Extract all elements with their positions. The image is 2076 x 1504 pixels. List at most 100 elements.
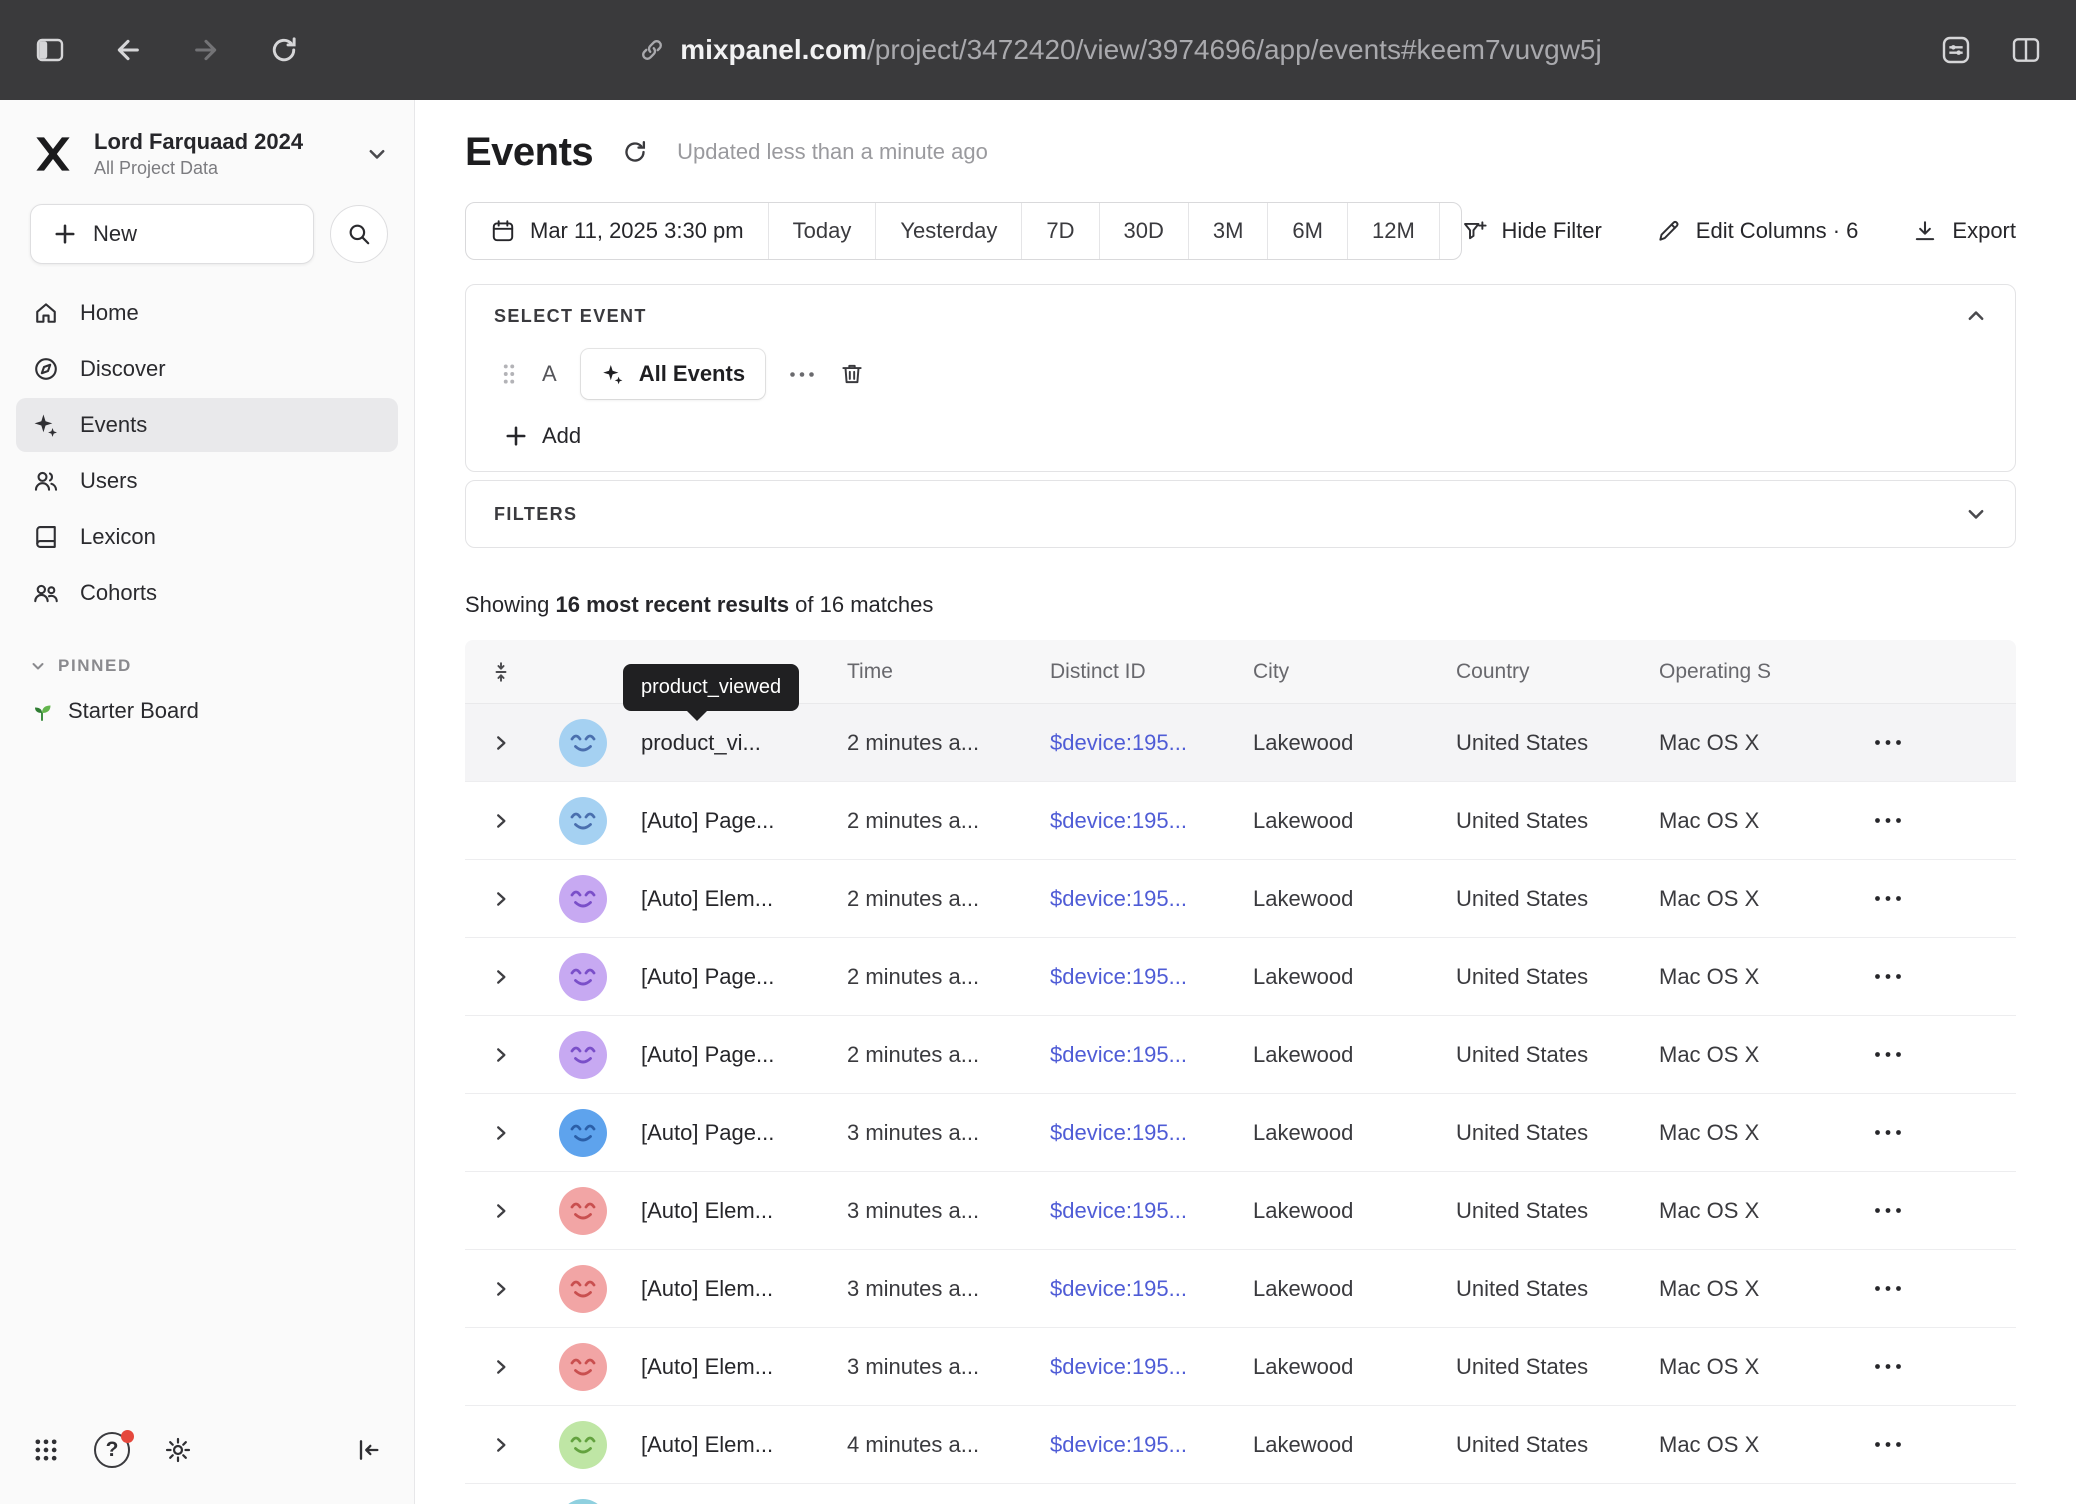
range-today[interactable]: Today — [768, 203, 876, 259]
event-name-cell[interactable]: [Auto] Elem... — [633, 886, 839, 912]
help-button[interactable]: ? — [94, 1432, 130, 1468]
table-row[interactable]: [Auto] Page... 2 minutes a... $device:19… — [465, 782, 2016, 860]
distinct-id-link[interactable]: $device:195... — [1042, 1198, 1245, 1224]
split-view-icon[interactable] — [2010, 34, 2042, 66]
edit-columns-button[interactable]: Edit Columns · 6 — [1656, 218, 1859, 244]
chevron-down-icon[interactable] — [1965, 503, 1987, 525]
back-icon[interactable] — [112, 34, 144, 66]
event-name-cell[interactable]: [Auto] Page... — [633, 1042, 839, 1068]
range-6m[interactable]: 6M — [1267, 203, 1347, 259]
event-name-cell[interactable]: [Auto] Elem... — [633, 1198, 839, 1224]
row-menu-button[interactable] — [1819, 895, 1902, 902]
table-row[interactable]: [Auto] Elem... 2 minutes a... $device:19… — [465, 860, 2016, 938]
refresh-icon[interactable] — [621, 138, 649, 166]
events-table: product_viewed Time Distinct ID City Cou… — [465, 640, 2016, 1504]
sidebar-item-cohorts[interactable]: Cohorts — [16, 566, 398, 620]
project-switcher[interactable]: Lord Farquaad 2024 All Project Data — [0, 100, 414, 196]
distinct-id-link[interactable]: $device:195... — [1042, 1042, 1245, 1068]
table-row[interactable]: [Auto] Page... 3 minutes a... $device:19… — [465, 1094, 2016, 1172]
table-row[interactable]: [Auto] Elem... 4 minutes a... $device:19… — [465, 1406, 2016, 1484]
row-menu-button[interactable] — [1819, 1051, 1902, 1058]
row-menu-button[interactable] — [1819, 817, 1902, 824]
row-expand-chevron-icon[interactable] — [492, 1046, 510, 1064]
hide-filter-button[interactable]: Hide Filter — [1462, 218, 1602, 244]
event-name-cell[interactable]: [Auto] Page... — [633, 808, 839, 834]
row-menu-button[interactable] — [1819, 973, 1902, 980]
chevron-up-icon[interactable] — [1965, 305, 1987, 327]
table-row[interactable]: [Auto] Elem... 3 minutes a... $device:19… — [465, 1172, 2016, 1250]
filters-panel: FILTERS — [465, 480, 2016, 548]
row-expand-chevron-icon[interactable] — [492, 968, 510, 986]
event-name-cell[interactable]: [Auto] Elem... — [633, 1354, 839, 1380]
event-selector-button[interactable]: All Events — [581, 349, 765, 399]
chevron-down-icon[interactable] — [366, 143, 388, 165]
event-name-cell[interactable]: product_vi... — [633, 730, 839, 756]
distinct-id-link[interactable]: $device:195... — [1042, 1276, 1245, 1302]
forward-icon[interactable] — [190, 34, 222, 66]
sidebar-item-discover[interactable]: Discover — [16, 342, 398, 396]
export-label: Export — [1952, 218, 2016, 244]
reload-icon[interactable] — [268, 34, 300, 66]
delete-event-icon[interactable] — [839, 361, 865, 387]
sidebar-item-users[interactable]: Users — [16, 454, 398, 508]
table-row[interactable]: [Auto] Page... 2 minutes a... $device:19… — [465, 1016, 2016, 1094]
range-yesterday[interactable]: Yesterday — [875, 203, 1021, 259]
table-row[interactable]: [Auto] Elem... 4 minutes a... $device:19… — [465, 1484, 2016, 1504]
event-name-cell[interactable]: [Auto] Page... — [633, 964, 839, 990]
range-3m[interactable]: 3M — [1188, 203, 1268, 259]
table-row[interactable]: [Auto] Elem... 3 minutes a... $device:19… — [465, 1250, 2016, 1328]
row-expand-chevron-icon[interactable] — [492, 1124, 510, 1142]
distinct-id-link[interactable]: $device:195... — [1042, 886, 1245, 912]
drag-handle-icon[interactable] — [500, 361, 518, 387]
event-name-cell[interactable]: [Auto] Elem... — [633, 1276, 839, 1302]
add-event-button[interactable]: Add — [494, 423, 1987, 449]
event-avatar — [537, 1421, 607, 1469]
distinct-id-link[interactable]: $device:195... — [1042, 1120, 1245, 1146]
row-menu-button[interactable] — [1819, 1285, 1902, 1292]
distinct-id-link[interactable]: $device:195... — [1042, 808, 1245, 834]
new-button[interactable]: New — [30, 204, 314, 264]
collapse-all-icon[interactable] — [489, 660, 513, 684]
row-expand-chevron-icon[interactable] — [492, 1436, 510, 1454]
row-expand-chevron-icon[interactable] — [492, 1202, 510, 1220]
export-button[interactable]: Export — [1912, 218, 2016, 244]
range-xtd[interactable]: XTD — [1439, 203, 1462, 259]
row-menu-button[interactable] — [1819, 739, 1902, 746]
row-expand-chevron-icon[interactable] — [492, 1280, 510, 1298]
pinned-item-starter-board[interactable]: Starter Board — [0, 688, 414, 734]
row-menu-button[interactable] — [1819, 1129, 1902, 1136]
row-menu-button[interactable] — [1819, 1441, 1902, 1448]
users-icon — [32, 467, 60, 495]
row-expand-chevron-icon[interactable] — [492, 812, 510, 830]
table-row[interactable]: [Auto] Elem... 3 minutes a... $device:19… — [465, 1328, 2016, 1406]
range-12m[interactable]: 12M — [1347, 203, 1439, 259]
date-picker-button[interactable]: Mar 11, 2025 3:30 pm — [466, 203, 768, 259]
distinct-id-link[interactable]: $device:195... — [1042, 730, 1245, 756]
row-expand-chevron-icon[interactable] — [492, 890, 510, 908]
address-bar[interactable]: mixpanel.com/project/3472420/view/397469… — [300, 34, 1940, 66]
event-name-cell[interactable]: [Auto] Page... — [633, 1120, 839, 1146]
sidebar-item-lexicon[interactable]: Lexicon — [16, 510, 398, 564]
sidebar-item-events[interactable]: Events — [16, 398, 398, 452]
search-button[interactable] — [330, 205, 388, 263]
collapse-sidebar-icon[interactable] — [354, 1436, 382, 1464]
table-body: product_vi... 2 minutes a... $device:195… — [465, 704, 2016, 1504]
table-row[interactable]: [Auto] Page... 2 minutes a... $device:19… — [465, 938, 2016, 1016]
row-menu-button[interactable] — [1819, 1207, 1902, 1214]
browser-sidebar-toggle-icon[interactable] — [34, 34, 66, 66]
distinct-id-link[interactable]: $device:195... — [1042, 1432, 1245, 1458]
settings-gear-icon[interactable] — [164, 1436, 192, 1464]
apps-grid-icon[interactable] — [32, 1436, 60, 1464]
distinct-id-link[interactable]: $device:195... — [1042, 964, 1245, 990]
distinct-id-link[interactable]: $device:195... — [1042, 1354, 1245, 1380]
row-expand-chevron-icon[interactable] — [492, 1358, 510, 1376]
event-options-button[interactable] — [789, 371, 815, 378]
browser-extensions-icon[interactable] — [1940, 34, 1972, 66]
pinned-section-toggle[interactable]: PINNED — [0, 620, 414, 688]
range-7d[interactable]: 7D — [1021, 203, 1098, 259]
row-expand-chevron-icon[interactable] — [492, 734, 510, 752]
range-30d[interactable]: 30D — [1099, 203, 1188, 259]
sidebar-item-home[interactable]: Home — [16, 286, 398, 340]
row-menu-button[interactable] — [1819, 1363, 1902, 1370]
event-name-cell[interactable]: [Auto] Elem... — [633, 1432, 839, 1458]
